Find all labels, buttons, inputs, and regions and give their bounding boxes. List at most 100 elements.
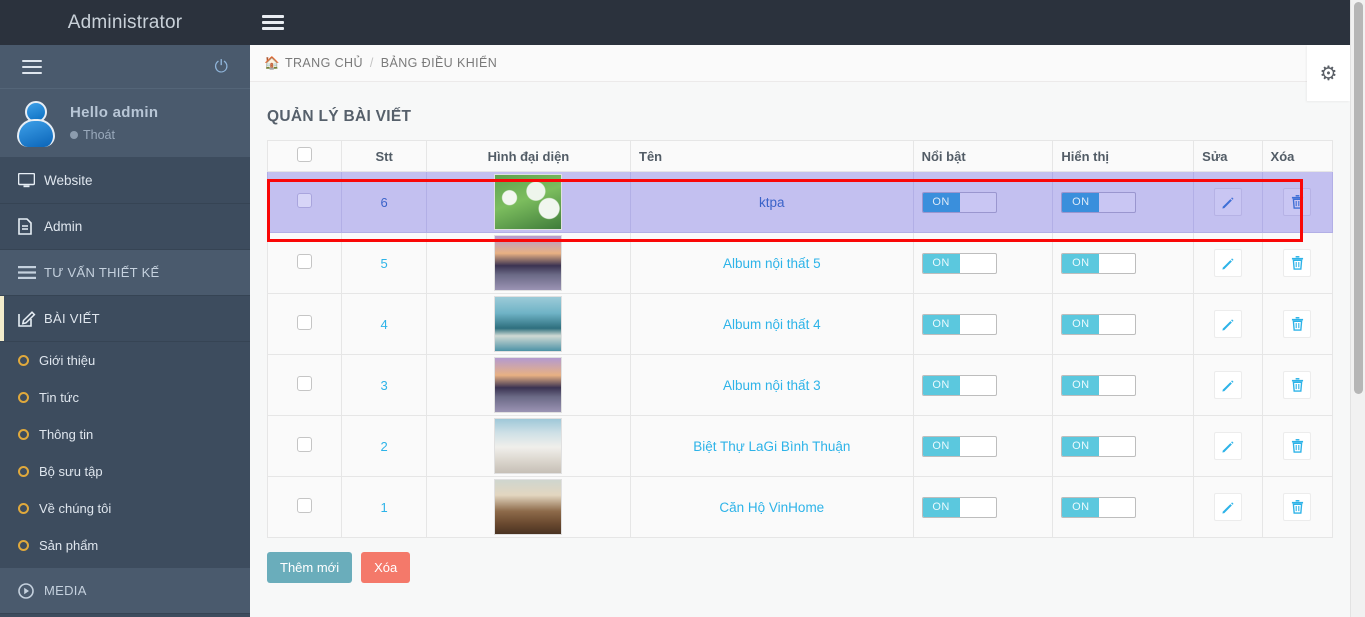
featured-toggle[interactable]: ON (921, 191, 997, 213)
logout-link[interactable]: Thoát (70, 128, 158, 142)
delete-row-button[interactable] (1283, 249, 1312, 277)
featured-toggle[interactable]: ON (921, 435, 997, 457)
delete-row-button[interactable] (1283, 371, 1312, 399)
row-name[interactable]: Căn Hộ VinHome (630, 476, 914, 538)
row-stt: 4 (341, 293, 427, 355)
row-select-cell (266, 232, 343, 294)
row-delete-cell (1261, 171, 1334, 233)
scrollbar-thumb[interactable] (1354, 2, 1363, 394)
table-row[interactable]: 3 Album nội thất 3 ON ON (266, 354, 1334, 416)
row-checkbox[interactable] (297, 254, 313, 269)
row-checkbox[interactable] (297, 376, 313, 391)
sidebar-subitem-label: Thông tin (39, 427, 94, 442)
sidebar-subitem-ve-chung-toi[interactable]: Về chúng tôi (0, 490, 250, 527)
visible-toggle[interactable]: ON (1061, 313, 1137, 335)
select-all-checkbox[interactable] (297, 147, 313, 162)
row-delete-cell (1261, 293, 1334, 355)
delete-row-button[interactable] (1283, 432, 1312, 460)
row-name[interactable]: ktpa (630, 171, 914, 233)
delete-row-button[interactable] (1283, 310, 1312, 338)
table-row[interactable]: 1 Căn Hộ VinHome ON ON (266, 476, 1334, 538)
row-name[interactable]: Biệt Thự LaGi Bình Thuận (630, 415, 914, 477)
row-thumbnail-image (494, 296, 563, 352)
sidebar-collapse-icon[interactable] (22, 56, 44, 78)
delete-row-button[interactable] (1283, 493, 1312, 521)
featured-toggle[interactable]: ON (921, 374, 997, 396)
breadcrumb-home-link[interactable]: TRANG CHỦ (285, 56, 363, 70)
trash-icon (1291, 195, 1303, 209)
delete-button[interactable]: Xóa (361, 552, 411, 583)
edit-row-button[interactable] (1213, 310, 1242, 338)
sidebar-subitem-gioi-thieu[interactable]: Giới thiệu (0, 342, 250, 379)
featured-toggle-on-label: ON (922, 253, 960, 273)
row-edit-cell (1193, 293, 1263, 355)
table-row[interactable]: 4 Album nội thất 4 ON ON (266, 293, 1334, 355)
delete-row-button[interactable] (1283, 188, 1312, 216)
pencil-icon (1222, 318, 1234, 331)
sidebar-toggle-button[interactable] (250, 0, 296, 45)
sidebar-subitem-bo-suu-tap[interactable]: Bộ sưu tập (0, 453, 250, 490)
visible-toggle[interactable]: ON (1061, 496, 1137, 518)
column-header-stt: Stt (341, 140, 427, 172)
edit-row-button[interactable] (1213, 432, 1242, 460)
select-all-header (266, 140, 343, 172)
row-thumbnail-image (494, 418, 563, 474)
row-name[interactable]: Album nội thất 5 (630, 232, 914, 294)
featured-toggle[interactable]: ON (921, 252, 997, 274)
sidebar-subitem-san-pham[interactable]: Sản phẩm (0, 527, 250, 564)
power-icon[interactable]: ⏻ (215, 57, 228, 77)
sidebar-item-bai-viet[interactable]: BÀI VIẾT (0, 296, 250, 342)
visible-toggle[interactable]: ON (1061, 191, 1137, 213)
row-checkbox[interactable] (297, 437, 313, 452)
app-title: Administrator (67, 11, 183, 33)
page-scrollbar[interactable] (1350, 0, 1365, 617)
row-thumbnail-image (494, 357, 563, 413)
sidebar-subitem-label: Bộ sưu tập (39, 464, 103, 479)
edit-row-button[interactable] (1213, 371, 1242, 399)
row-thumbnail-cell (425, 171, 632, 233)
column-header-visible: Hiển thị (1052, 140, 1195, 172)
featured-toggle-on-label: ON (922, 497, 960, 517)
edit-row-button[interactable] (1213, 249, 1242, 277)
add-new-button[interactable]: Thêm mới (267, 552, 353, 583)
edit-row-button[interactable] (1213, 493, 1242, 521)
row-checkbox[interactable] (297, 315, 313, 330)
sidebar-item-tu-van-thiet-ke[interactable]: TƯ VẤN THIẾT KẾ (0, 250, 250, 296)
row-checkbox[interactable] (297, 193, 313, 208)
edit-row-button[interactable] (1213, 188, 1242, 216)
table-row[interactable]: 2 Biệt Thự LaGi Bình Thuận ON ON (266, 415, 1334, 477)
row-checkbox[interactable] (297, 498, 313, 513)
greeting-text: Hello admin (70, 104, 159, 121)
sidebar-item-admin[interactable]: Admin (0, 204, 250, 250)
pencil-icon (1222, 379, 1234, 392)
sidebar-item-media[interactable]: MEDIA (0, 568, 250, 614)
bullet-ring-icon (18, 429, 29, 440)
row-name[interactable]: Album nội thất 3 (630, 354, 914, 416)
visible-toggle[interactable]: ON (1061, 252, 1137, 274)
settings-button[interactable]: ⚙ (1307, 45, 1350, 101)
row-select-cell (266, 415, 343, 477)
row-delete-cell (1261, 415, 1334, 477)
row-name[interactable]: Album nội thất 4 (630, 293, 914, 355)
featured-toggle[interactable]: ON (921, 496, 997, 518)
hamburger-icon (262, 12, 284, 33)
trash-icon (1291, 317, 1303, 331)
featured-toggle[interactable]: ON (921, 313, 997, 335)
visible-toggle[interactable]: ON (1061, 435, 1137, 457)
document-icon (18, 218, 44, 235)
sidebar-subitem-thong-tin[interactable]: Thông tin (0, 416, 250, 453)
pencil-icon (1222, 440, 1234, 453)
row-thumbnail-cell (425, 415, 632, 477)
visible-toggle[interactable]: ON (1061, 374, 1137, 396)
visible-toggle-on-label: ON (1062, 253, 1100, 273)
table-row[interactable]: 5 Album nội thất 5 ON ON (266, 232, 1334, 294)
table-row[interactable]: 6 ktpa ON ON (266, 171, 1334, 233)
avatar (14, 99, 58, 147)
row-stt: 1 (341, 476, 427, 538)
sidebar-subitem-tin-tuc[interactable]: Tin tức (0, 379, 250, 416)
bullet-ring-icon (18, 503, 29, 514)
sidebar-item-website[interactable]: Website (0, 158, 250, 204)
trash-icon (1291, 378, 1303, 392)
admin-dashboard-page: Administrator ⏻ Hello admin Thoát Websit… (0, 0, 1365, 617)
trash-icon (1291, 500, 1303, 514)
